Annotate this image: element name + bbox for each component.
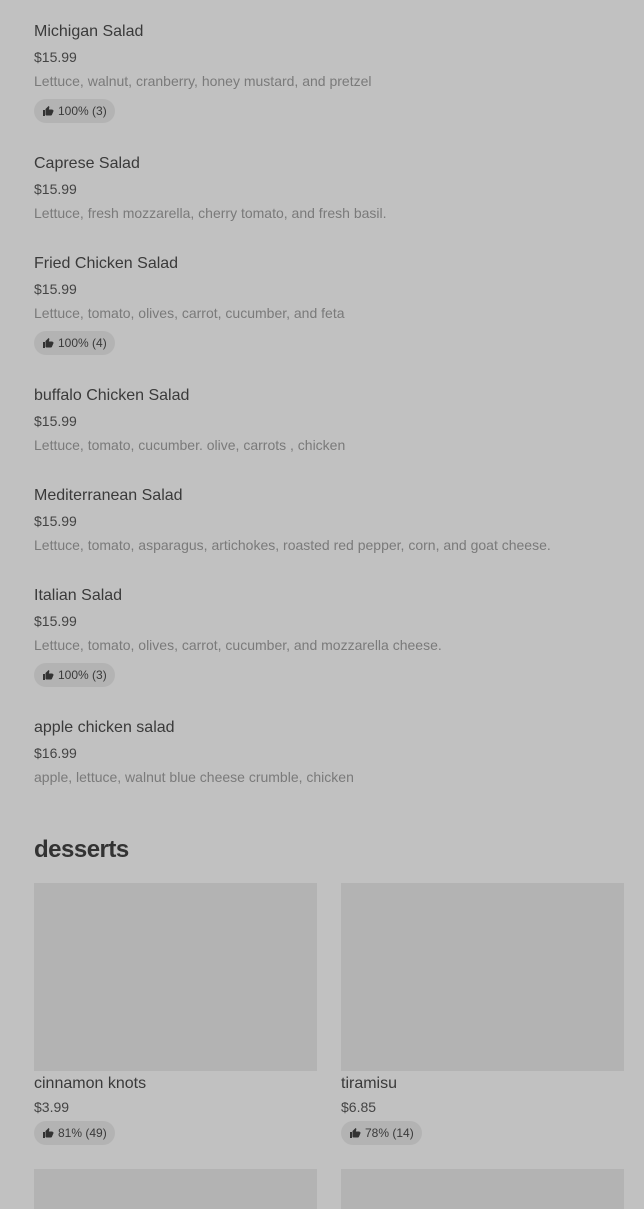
thumbs-up-icon [350,1128,361,1138]
dessert-price: $3.99 [34,1099,70,1115]
item-name: Caprese Salad [34,155,140,172]
rating-badge: 100% (4) [34,331,115,355]
menu-item[interactable]: Italian Salad $15.99 Lettuce, tomato, ol… [34,582,634,702]
menu-item[interactable]: buffalo Chicken Salad $15.99 Lettuce, to… [34,382,634,462]
dessert-image[interactable] [341,1169,624,1209]
menu-item[interactable]: Fried Chicken Salad $15.99 Lettuce, toma… [34,250,634,370]
section-title-desserts: desserts [34,836,129,863]
dessert-price: $6.85 [341,1099,377,1115]
item-description: Lettuce, tomato, asparagus, artichokes, … [34,537,551,553]
item-price: $15.99 [34,413,77,429]
item-price: $15.99 [34,49,77,65]
item-price: $15.99 [34,281,77,297]
item-name: apple chicken salad [34,719,175,736]
dessert-card[interactable]: tiramisu $6.85 78% (14) [341,883,624,1145]
thumbs-up-icon [43,106,54,116]
rating-badge: 78% (14) [341,1121,422,1145]
item-name: Italian Salad [34,587,123,604]
item-name: Mediterranean Salad [34,487,183,504]
thumbs-up-icon [43,670,54,680]
item-description: Lettuce, fresh mozzarella, cherry tomato… [34,205,387,221]
rating-text: 100% (3) [58,668,107,682]
item-description: Lettuce, tomato, olives, carrot, cucumbe… [34,305,345,321]
item-name: Fried Chicken Salad [34,255,179,272]
rating-badge: 81% (49) [34,1121,115,1145]
rating-text: 78% (14) [365,1126,414,1140]
item-name: buffalo Chicken Salad [34,387,190,404]
thumbs-up-icon [43,338,54,348]
rating-text: 100% (4) [58,336,107,350]
rating-text: 100% (3) [58,104,107,118]
rating-text: 81% (49) [58,1126,107,1140]
rating-badge: 100% (3) [34,663,115,687]
menu-item[interactable]: apple chicken salad $16.99 apple, lettuc… [34,714,634,794]
item-description: apple, lettuce, walnut blue cheese crumb… [34,769,354,785]
item-price: $15.99 [34,613,77,629]
dessert-name: cinnamon knots [34,1075,147,1092]
item-price: $16.99 [34,745,77,761]
dessert-name: tiramisu [341,1075,398,1092]
item-description: Lettuce, walnut, cranberry, honey mustar… [34,73,372,89]
menu-item[interactable]: Mediterranean Salad $15.99 Lettuce, toma… [34,482,634,562]
item-name: Michigan Salad [34,23,144,40]
menu-item[interactable]: Michigan Salad $15.99 Lettuce, walnut, c… [34,0,634,130]
item-price: $15.99 [34,513,77,529]
dessert-image [341,883,624,1071]
dessert-image[interactable] [34,1169,317,1209]
item-description: Lettuce, tomato, cucumber. olive, carrot… [34,437,346,453]
rating-badge: 100% (3) [34,99,115,123]
item-price: $15.99 [34,181,77,197]
thumbs-up-icon [43,1128,54,1138]
dessert-image [34,883,317,1071]
menu-item[interactable]: Caprese Salad $15.99 Lettuce, fresh mozz… [34,150,634,230]
item-description: Lettuce, tomato, olives, carrot, cucumbe… [34,637,442,653]
dessert-card[interactable]: cinnamon knots $3.99 81% (49) [34,883,317,1145]
